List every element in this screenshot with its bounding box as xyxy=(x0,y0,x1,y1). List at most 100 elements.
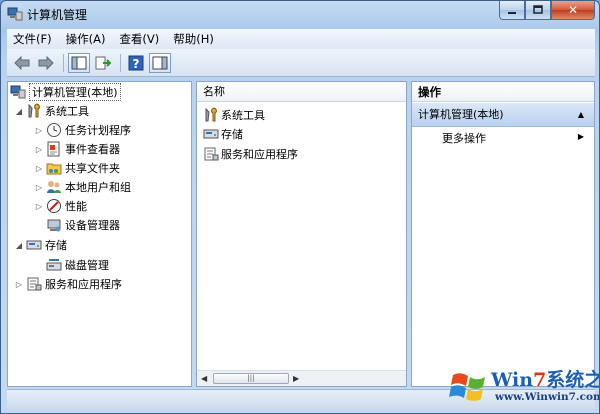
collapse-icon[interactable]: ◢ xyxy=(14,107,24,116)
list-item[interactable]: 存储 xyxy=(203,125,243,143)
close-button[interactable]: ✕ xyxy=(551,1,595,20)
tree-item-services-apps[interactable]: ▷ 服务和应用程序 xyxy=(14,275,122,293)
expand-icon[interactable]: ▷ xyxy=(34,183,44,192)
list-item[interactable]: 系统工具 xyxy=(203,106,265,124)
scroll-thumb[interactable]: ||| xyxy=(213,373,289,384)
maximize-icon xyxy=(533,5,543,14)
performance-icon xyxy=(46,198,62,214)
tree-item-label: 设备管理器 xyxy=(65,219,120,232)
show-hide-tree-icon xyxy=(71,56,87,69)
expand-icon[interactable]: ▷ xyxy=(34,145,44,154)
computer-management-icon xyxy=(10,84,26,100)
tree-item-label: 磁盘管理 xyxy=(65,259,109,272)
toolbar-separator xyxy=(120,53,121,72)
actions-header: 操作 xyxy=(412,82,594,102)
watermark-url: www.Winwin7.com xyxy=(495,391,600,403)
tree-item-label: 性能 xyxy=(65,200,87,213)
tree-item-root[interactable]: 计算机管理(本地) xyxy=(10,83,121,101)
tree-item-label: 存储 xyxy=(45,239,67,252)
svg-text:?: ? xyxy=(133,57,140,71)
computer-management-icon xyxy=(7,6,23,22)
tree-item-label: 本地用户和组 xyxy=(65,181,131,194)
tree-item-shared-folders[interactable]: ▷ 共享文件夹 xyxy=(34,159,120,177)
help-icon: ? xyxy=(128,55,144,71)
export-list-button[interactable] xyxy=(92,53,114,73)
actions-section-header[interactable]: 计算机管理(本地) ▲ xyxy=(412,103,594,127)
menu-action[interactable]: 操作(A) xyxy=(60,31,114,47)
tree-item-storage[interactable]: ◢ 存储 xyxy=(14,236,67,254)
window-title: 计算机管理 xyxy=(27,8,88,22)
maximize-button[interactable] xyxy=(525,1,551,20)
expand-icon[interactable]: ▷ xyxy=(14,280,24,289)
watermark-brand: Win7系统之家 xyxy=(491,369,599,391)
submenu-arrow-icon: ▶ xyxy=(577,132,584,141)
horizontal-scrollbar[interactable]: ◀ ||| ▶ xyxy=(197,370,406,386)
tree-item-event-viewer[interactable]: ▷ 事件查看器 xyxy=(34,140,120,158)
tree-item-local-users[interactable]: ▷ 本地用户和组 xyxy=(34,178,131,196)
toolbar: ? xyxy=(7,49,595,77)
storage-icon xyxy=(26,237,42,253)
toolbar-separator xyxy=(63,53,64,72)
event-log-icon xyxy=(46,141,62,157)
storage-icon xyxy=(203,126,219,142)
console-tree[interactable]: 计算机管理(本地) ◢ 系统工具 ▷ 任务计划程序 ▷ 事件查看器 ▷ 共享文件… xyxy=(7,81,192,387)
disk-management-icon xyxy=(46,257,62,273)
tree-item-label: 计算机管理(本地) xyxy=(29,83,121,101)
tree-item-system-tools[interactable]: ◢ 系统工具 xyxy=(14,102,89,120)
expand-icon[interactable]: ▷ xyxy=(34,126,44,135)
windows-logo-icon xyxy=(449,367,489,407)
menu-file[interactable]: 文件(F) xyxy=(7,31,60,47)
show-hide-action-pane-icon xyxy=(152,56,168,69)
menu-help[interactable]: 帮助(H) xyxy=(167,31,222,47)
shared-folder-icon xyxy=(46,160,62,176)
services-icon xyxy=(26,276,42,292)
collapse-up-icon[interactable]: ▲ xyxy=(578,103,584,127)
scroll-right-icon[interactable]: ▶ xyxy=(293,374,299,383)
list-item-label: 存储 xyxy=(221,128,243,141)
menu-view[interactable]: 查看(V) xyxy=(113,31,167,47)
tree-item-disk-management[interactable]: 磁盘管理 xyxy=(46,256,109,274)
more-actions-item[interactable]: 更多操作 xyxy=(442,130,486,146)
list-item-label: 服务和应用程序 xyxy=(221,148,298,161)
title-bar[interactable]: 计算机管理 ✕ xyxy=(1,1,599,27)
close-icon: ✕ xyxy=(567,3,579,17)
list-item-label: 系统工具 xyxy=(221,109,265,122)
help-button[interactable]: ? xyxy=(125,53,147,73)
expand-icon[interactable]: ▷ xyxy=(34,202,44,211)
tree-item-label: 任务计划程序 xyxy=(65,124,131,137)
tools-icon xyxy=(26,103,42,119)
back-arrow-icon xyxy=(14,55,30,70)
tree-item-label: 服务和应用程序 xyxy=(45,278,122,291)
collapse-icon[interactable]: ◢ xyxy=(14,241,24,250)
services-icon xyxy=(203,146,219,162)
show-hide-tree-button[interactable] xyxy=(68,52,90,73)
results-pane[interactable]: 名称 系统工具 存储 服务和应用程序 ◀ ||| ▶ xyxy=(196,81,407,387)
column-header-name[interactable]: 名称 xyxy=(197,82,406,102)
device-manager-icon xyxy=(46,217,62,233)
clock-icon xyxy=(46,122,62,138)
tree-item-task-scheduler[interactable]: ▷ 任务计划程序 xyxy=(34,121,131,139)
forward-button[interactable] xyxy=(35,53,57,73)
minimize-button[interactable] xyxy=(499,1,525,20)
actions-section-label: 计算机管理(本地) xyxy=(418,108,504,121)
users-icon xyxy=(46,179,62,195)
export-list-icon xyxy=(95,56,111,69)
actions-pane: 操作 计算机管理(本地) ▲ 更多操作 ▶ xyxy=(411,81,595,387)
menu-bar: 文件(F) 操作(A) 查看(V) 帮助(H) xyxy=(7,29,595,49)
minimize-icon xyxy=(508,12,516,14)
tree-item-label: 共享文件夹 xyxy=(65,162,120,175)
show-hide-action-pane-button[interactable] xyxy=(149,52,171,73)
computer-management-window: 计算机管理 ✕ 文件(F) 操作(A) 查看(V) 帮助(H) ? 计算机管理(… xyxy=(0,0,600,414)
tree-item-device-manager[interactable]: 设备管理器 xyxy=(46,216,120,234)
tree-item-label: 系统工具 xyxy=(45,105,89,118)
tools-icon xyxy=(203,107,219,123)
back-button[interactable] xyxy=(11,53,33,73)
tree-item-label: 事件查看器 xyxy=(65,143,120,156)
watermark: Win7系统之家 www.Winwin7.com xyxy=(449,363,600,413)
expand-icon[interactable]: ▷ xyxy=(34,164,44,173)
scroll-left-icon[interactable]: ◀ xyxy=(201,374,207,383)
tree-item-performance[interactable]: ▷ 性能 xyxy=(34,197,87,215)
list-item[interactable]: 服务和应用程序 xyxy=(203,145,298,163)
forward-arrow-icon xyxy=(38,55,54,70)
caption-buttons: ✕ xyxy=(499,1,595,20)
